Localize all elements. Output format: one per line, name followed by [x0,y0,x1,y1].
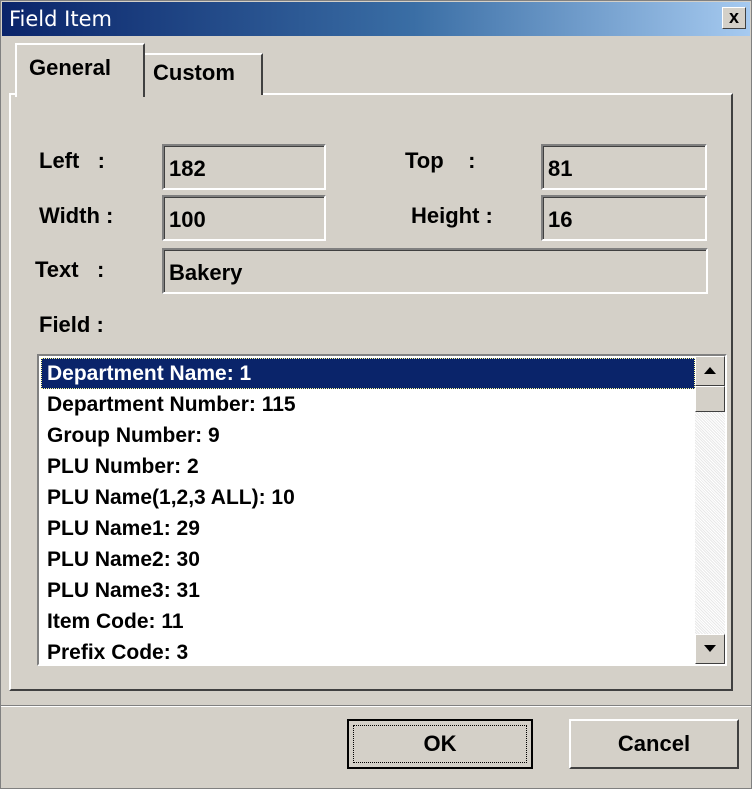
list-item[interactable]: Department Name: 1 [41,358,695,389]
top-value: 81 [548,156,573,181]
ok-button[interactable]: OK [347,719,533,769]
separator [1,705,751,707]
list-item[interactable]: PLU Number: 2 [41,451,695,482]
text-label: Text : [35,257,105,282]
list-item[interactable]: PLU Name1: 29 [41,513,695,544]
cancel-button[interactable]: Cancel [569,719,739,769]
title-bar[interactable]: Field Item x [2,2,750,36]
scroll-down-button[interactable] [695,634,725,664]
text-value: Bakery [169,260,243,285]
list-item[interactable]: PLU Name3: 31 [41,575,695,606]
list-item[interactable]: Department Number: 115 [41,389,695,420]
left-label: Left : [39,148,105,173]
vertical-scrollbar[interactable] [695,356,725,664]
field-list: Department Name: 1 Department Number: 11… [41,358,695,662]
width-field[interactable]: 100 [162,195,326,241]
close-button[interactable]: x [722,7,746,29]
list-item[interactable]: Group Number: 9 [41,420,695,451]
height-field[interactable]: 16 [541,195,707,241]
cancel-label: Cancel [617,731,691,756]
scroll-thumb[interactable] [695,386,725,412]
scroll-up-button[interactable] [695,356,725,386]
list-item[interactable]: PLU Name(1,2,3 ALL): 10 [41,482,695,513]
top-label: Top : [405,148,476,173]
height-label: Height : [411,203,493,228]
tab-custom[interactable]: Custom [145,53,263,95]
list-item[interactable]: PLU Name2: 30 [41,544,695,575]
field-listbox[interactable]: Department Name: 1 Department Number: 11… [37,354,727,666]
left-value: 182 [169,156,206,181]
height-value: 16 [548,207,573,232]
field-label: Field : [39,312,104,337]
left-field[interactable]: 182 [162,144,326,190]
text-field[interactable]: Bakery [162,248,708,294]
arrow-down-icon [704,645,716,652]
focus-rect [353,725,527,763]
top-field[interactable]: 81 [541,144,707,190]
list-item[interactable]: Item Code: 11 [41,606,695,637]
tab-general[interactable]: General [15,43,145,97]
field-item-dialog: Field Item x General Custom Left : 182 T… [0,0,752,789]
window-title: Field Item [9,7,112,31]
list-item[interactable]: Prefix Code: 3 [41,637,695,662]
width-label: Width : [39,203,114,228]
close-icon: x [728,7,739,27]
width-value: 100 [169,207,206,232]
arrow-up-icon [704,367,716,374]
